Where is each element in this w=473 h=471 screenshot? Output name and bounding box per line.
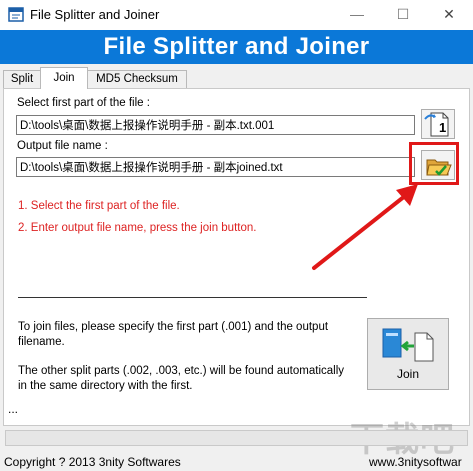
tab-join[interactable]: Join — [40, 67, 88, 89]
browse-first-part-button[interactable]: 1 — [421, 109, 455, 139]
info-line-2: filename. — [18, 336, 65, 348]
minimize-button[interactable]: — — [334, 0, 380, 30]
join-button-label: Join — [396, 367, 419, 381]
info-line-3: The other split parts (.002, .003, etc.)… — [18, 365, 344, 377]
maximize-button[interactable]: ☐ — [380, 0, 426, 30]
copyright-text: Copyright ? 2013 3nity Softwares — [4, 455, 181, 469]
website-link[interactable]: www.3nitysoftwar — [369, 455, 462, 469]
join-files-icon — [382, 328, 434, 362]
tab-split[interactable]: Split — [3, 70, 41, 88]
title-bar: File Splitter and Joiner — ☐ ✕ — [0, 0, 473, 30]
divider — [18, 297, 367, 298]
app-banner: File Splitter and Joiner — [0, 30, 473, 64]
file-number-icon — [424, 112, 449, 137]
close-button[interactable]: ✕ — [426, 0, 472, 30]
instruction-step-1: 1. Select the first part of the file. — [18, 200, 180, 212]
first-part-label: Select first part of the file : — [17, 97, 150, 109]
output-file-label: Output file name : — [17, 140, 108, 152]
status-ellipsis: ... — [8, 402, 19, 416]
instruction-step-2: 2. Enter output file name, press the joi… — [18, 222, 257, 234]
annotation-arrow — [312, 184, 418, 270]
window-title: File Splitter and Joiner — [30, 7, 160, 22]
file-number-badge: 1 — [439, 120, 447, 135]
tab-md5-checksum[interactable]: MD5 Checksum — [87, 70, 187, 88]
app-icon — [8, 7, 24, 22]
info-line-1: To join files, please specify the first … — [18, 321, 329, 333]
first-part-input[interactable]: D:\tools\桌面\数据上报操作说明手册 - 副本.txt.001 — [16, 115, 415, 135]
join-button[interactable]: Join — [367, 318, 449, 390]
progress-bar — [5, 430, 468, 446]
info-line-4: in the same directory with the first. — [18, 380, 193, 392]
